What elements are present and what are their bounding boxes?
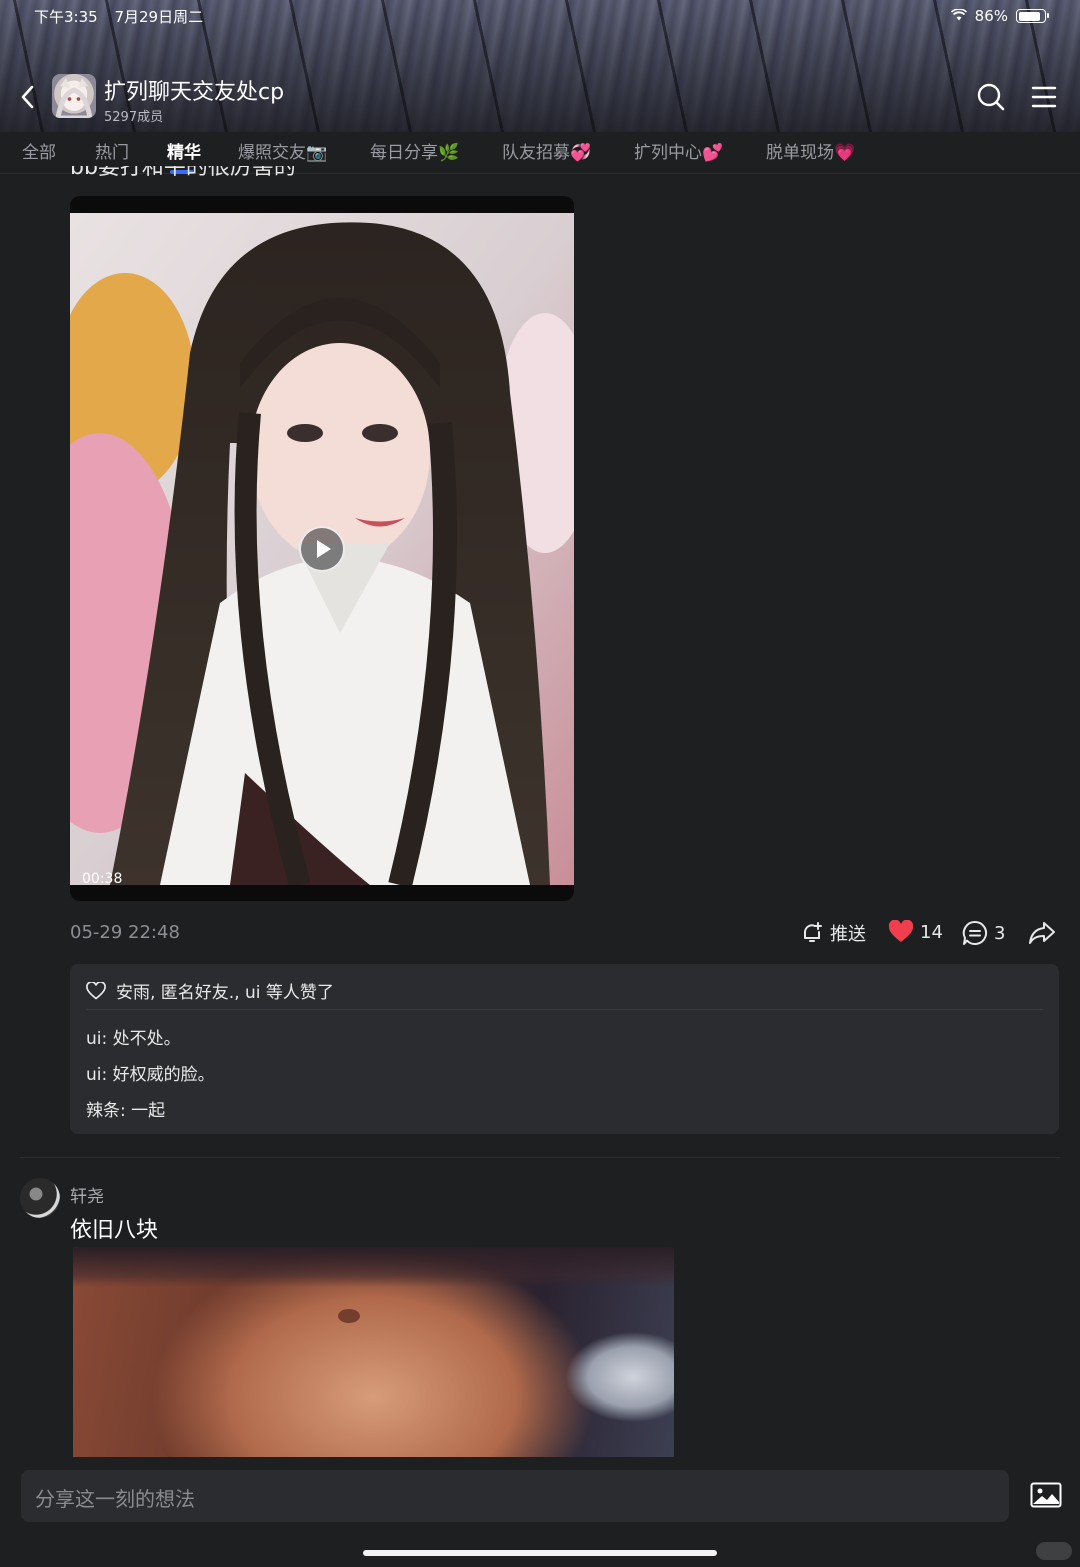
status-date: 7月29日周二 <box>114 7 204 26</box>
search-icon <box>977 83 1005 111</box>
battery-percent: 86% <box>974 7 1008 25</box>
share-icon <box>1029 922 1055 944</box>
member-count[interactable]: 5297成员 <box>104 106 163 125</box>
comment-button[interactable]: 3 <box>962 920 1005 946</box>
heart-outline-icon <box>86 981 106 1000</box>
play-button[interactable] <box>299 526 345 572</box>
comment-icon <box>962 920 988 945</box>
post-divider <box>20 1157 1060 1158</box>
post-title-text: bb要打和平的很厉害的 <box>70 166 296 180</box>
search-button[interactable] <box>976 82 1006 112</box>
back-button[interactable] <box>16 82 42 112</box>
tab-friend-center[interactable]: 扩列中心💕 <box>634 138 723 163</box>
post-text: 依旧八块 <box>70 1218 159 1243</box>
comments-box: 安雨, 匿名好友., ui 等人赞了 ui: 处不处。 ui: 好权威的脸。 辣… <box>70 964 1059 1134</box>
image-icon <box>1030 1482 1062 1508</box>
tab-photo-dating[interactable]: 爆照交友📷 <box>238 138 327 163</box>
comment-item[interactable]: 辣条: 一起 <box>86 1096 165 1121</box>
divider <box>86 1009 1043 1010</box>
play-icon <box>317 540 331 558</box>
chevron-left-icon <box>21 85 34 109</box>
comment-count: 3 <box>994 922 1006 944</box>
status-time: 下午3:35 <box>34 7 98 26</box>
video-duration: 00:38 <box>82 871 123 887</box>
comment-text: 好权威的脸。 <box>112 1065 215 1085</box>
app-screen: 下午3:35 7月29日周二 86% 扩列聊天交友处cp 5297成员 全部 热… <box>0 0 1080 1567</box>
comment-item[interactable]: ui: 处不处。 <box>86 1024 181 1049</box>
battery-icon <box>1016 9 1049 23</box>
group-header: 扩列聊天交友处cp 5297成员 <box>0 66 1080 126</box>
comment-author: 辣条 <box>86 1101 120 1121</box>
composer-bar: 分享这一刻的想法 <box>0 1457 1080 1567</box>
bell-plus-icon <box>804 922 822 942</box>
author-avatar[interactable] <box>20 1178 60 1218</box>
post-actions-bar: 05-29 22:48 推送 14 3 <box>70 920 1060 948</box>
group-title[interactable]: 扩列聊天交友处cp <box>104 74 284 106</box>
image-button[interactable] <box>1030 1482 1062 1508</box>
tab-featured[interactable]: 精华 <box>167 138 201 163</box>
group-avatar[interactable] <box>52 74 96 118</box>
tab-hot[interactable]: 热门 <box>95 138 129 163</box>
like-count: 14 <box>920 921 943 943</box>
heart-filled-icon <box>888 920 914 942</box>
comment-item[interactable]: ui: 好权威的脸。 <box>86 1060 215 1085</box>
status-bar: 下午3:35 7月29日周二 86% <box>0 0 1080 32</box>
wifi-icon <box>950 7 967 25</box>
comment-text: 一起 <box>131 1101 166 1121</box>
comment-text: 处不处。 <box>112 1029 181 1049</box>
composer-input[interactable]: 分享这一刻的想法 <box>21 1470 1009 1522</box>
post-timestamp: 05-29 22:48 <box>70 922 180 943</box>
tab-all[interactable]: 全部 <box>22 138 56 163</box>
post-image[interactable] <box>73 1247 674 1457</box>
tab-dating-scene[interactable]: 脱单现场💗 <box>766 138 855 163</box>
share-button[interactable] <box>1028 920 1056 946</box>
home-indicator <box>363 1550 717 1556</box>
liked-by-line[interactable]: 安雨, 匿名好友., ui 等人赞了 <box>86 978 334 1003</box>
header-banner: 下午3:35 7月29日周二 86% 扩列聊天交友处cp 5297成员 <box>0 0 1080 132</box>
like-button[interactable]: 14 <box>888 920 943 944</box>
post-title: bb要打和平的很厉害的 <box>70 166 296 182</box>
comment-author: ui <box>86 1065 102 1085</box>
menu-button[interactable] <box>1030 84 1058 110</box>
tab-team-recruit[interactable]: 队友招募💞 <box>502 138 591 163</box>
tab-daily-share[interactable]: 每日分享🌿 <box>370 138 459 163</box>
comment-author: ui <box>86 1029 102 1049</box>
liked-by-text: 安雨, 匿名好友., ui 等人赞了 <box>116 983 334 1003</box>
push-label: 推送 <box>830 924 866 945</box>
hamburger-icon <box>1031 86 1057 108</box>
video-player[interactable]: 00:38 <box>70 196 574 901</box>
author-name[interactable]: 轩尧 <box>70 1182 104 1207</box>
push-button[interactable]: 推送 <box>800 920 866 946</box>
watermark-badge <box>1036 1542 1072 1560</box>
